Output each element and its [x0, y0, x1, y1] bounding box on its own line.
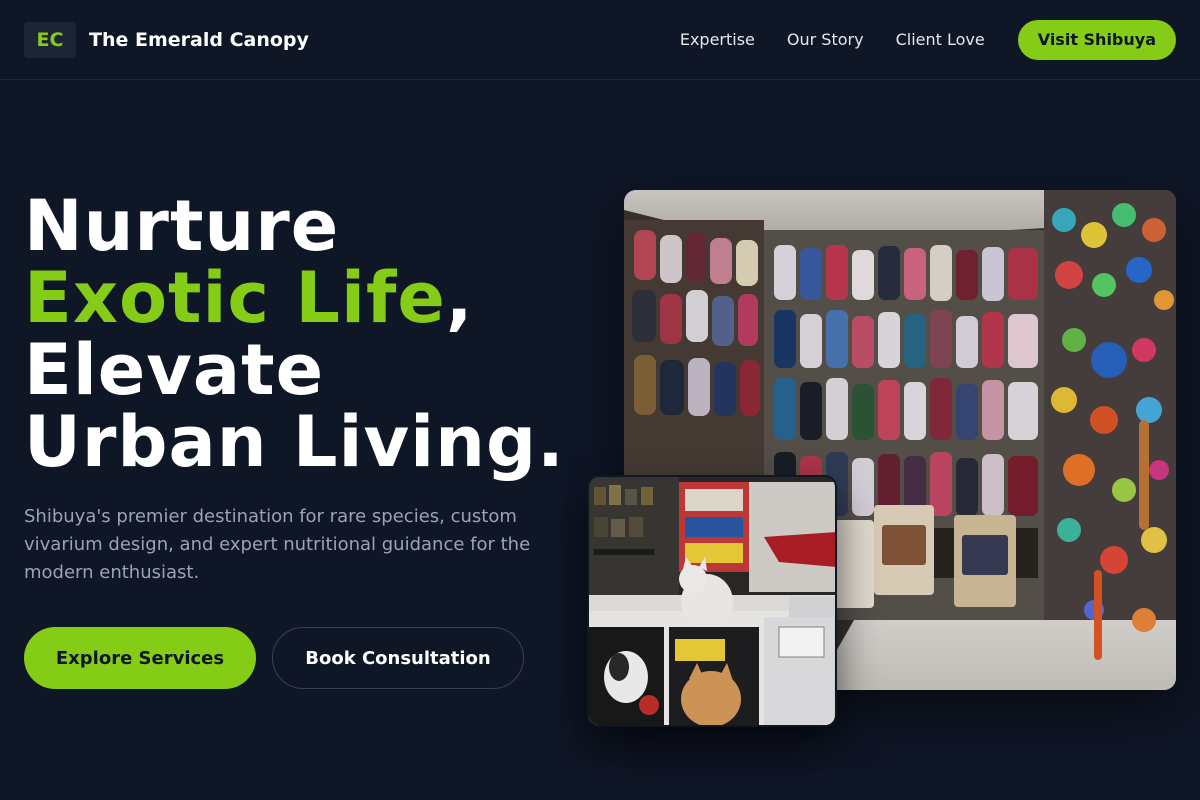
visit-shibuya-button[interactable]: Visit Shibuya [1017, 19, 1176, 60]
nav-links: Expertise Our Story Client Love [680, 30, 985, 49]
hero-title-accent: Exotic Life [24, 257, 446, 339]
hero-subtitle: Shibuya's premier destination for rare s… [24, 506, 531, 583]
hero-title-line-4: Urban Living. [24, 401, 565, 483]
explore-services-button[interactable]: Explore Services [24, 627, 256, 689]
nav-link-client-love[interactable]: Client Love [896, 30, 985, 49]
cat-counter-image [587, 475, 837, 727]
cat-counter-illustration [589, 477, 835, 725]
hero-title-line-1: Nurture [24, 185, 340, 267]
logo-badge[interactable]: EC [24, 21, 76, 58]
nav-link-our-story[interactable]: Our Story [787, 30, 864, 49]
nav-link-expertise[interactable]: Expertise [680, 30, 755, 49]
brand-name[interactable]: The Emerald Canopy [89, 29, 309, 51]
top-navbar: EC The Emerald Canopy Expertise Our Stor… [0, 0, 1200, 80]
hero-title-line-3: Elevate [24, 329, 325, 411]
hero-title: Nurture Exotic Life, Elevate Urban Livin… [24, 190, 565, 478]
logo-initials: EC [36, 28, 64, 51]
hero-title-comma: , [445, 257, 474, 339]
book-consultation-button[interactable]: Book Consultation [272, 627, 524, 689]
